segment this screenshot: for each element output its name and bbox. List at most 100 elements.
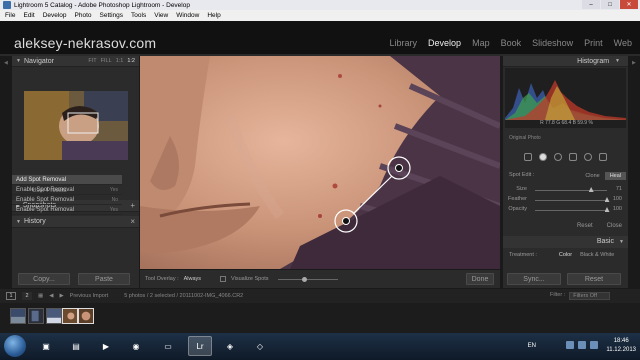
taskbar-lightroom-icon[interactable]: Lr	[188, 336, 212, 356]
taskbar-tool-icon[interactable]: ◈	[218, 336, 242, 356]
back-arrow-icon[interactable]: ◀	[49, 293, 53, 299]
module-print[interactable]: Print	[584, 38, 603, 48]
histogram-header[interactable]: Histogram ▼	[503, 56, 628, 67]
left-panel-collapse-icon[interactable]: ◀	[4, 60, 8, 66]
clear-history-button[interactable]: ×	[130, 217, 135, 226]
navigator-preview[interactable]	[24, 91, 128, 160]
forward-arrow-icon[interactable]: ▶	[59, 293, 63, 299]
module-book[interactable]: Book	[501, 38, 522, 48]
taskbar-folder-icon[interactable]: ▤	[64, 336, 88, 356]
slider-value[interactable]: 71	[616, 186, 622, 192]
crop-tool-icon[interactable]	[524, 153, 532, 161]
treatment-label: Treatment :	[509, 252, 537, 258]
menu-settings[interactable]: Settings	[100, 12, 124, 19]
feather-slider[interactable]: Feather 100	[508, 196, 622, 204]
slider-track[interactable]	[535, 200, 607, 201]
clock[interactable]: 18:46 11.12.2013	[606, 337, 636, 355]
taskbar-document-icon[interactable]: ▭	[156, 336, 180, 356]
menu-window[interactable]: Window	[176, 12, 199, 19]
taskbar-tool2-icon[interactable]: ◇	[248, 336, 272, 356]
filmstrip-thumbnail-selected[interactable]	[62, 308, 78, 324]
filmstrip-thumbnail[interactable]	[10, 308, 26, 324]
module-develop[interactable]: Develop	[428, 38, 461, 48]
slider-track[interactable]	[535, 190, 607, 191]
tray-network-icon[interactable]	[566, 341, 574, 349]
zoom-fit[interactable]: FIT	[88, 58, 96, 64]
paste-settings-button[interactable]: Paste	[78, 273, 130, 285]
maximize-button[interactable]: □	[601, 0, 619, 9]
done-button[interactable]: Done	[466, 273, 494, 285]
graduated-filter-icon[interactable]	[569, 153, 577, 161]
module-map[interactable]: Map	[472, 38, 490, 48]
menu-edit[interactable]: Edit	[23, 12, 34, 19]
copy-settings-button[interactable]: Copy...	[18, 273, 70, 285]
grid-view-icon[interactable]: ▦	[38, 293, 43, 299]
navigator-zoom-options: FIT FILL 1:1 1:2	[88, 58, 135, 64]
zoom-1-1[interactable]: 1:1	[116, 58, 124, 64]
taskbar-media-icon[interactable]: ▶	[94, 336, 118, 356]
adjustment-brush-icon[interactable]	[599, 153, 607, 161]
spot-close-button[interactable]: Close	[607, 223, 622, 229]
menu-photo[interactable]: Photo	[75, 12, 92, 19]
menu-file[interactable]: File	[5, 12, 15, 19]
history-item[interactable]: Enable Spot Removal Yes	[12, 185, 122, 195]
history-item[interactable]: Add Spot Removal	[12, 175, 122, 185]
basic-header[interactable]: Basic ▼	[503, 236, 628, 248]
filter-select[interactable]: Filters Off	[569, 292, 610, 300]
size-slider[interactable]: Size 71	[509, 186, 622, 194]
module-library[interactable]: Library	[390, 38, 418, 48]
clone-mode-button[interactable]: Clone	[580, 172, 604, 180]
zoom-1-2[interactable]: 1:2	[127, 58, 135, 64]
navigator-header[interactable]: ▼ Navigator FIT FILL 1:1 1:2	[12, 56, 139, 67]
heal-mode-button[interactable]: Heal	[604, 172, 626, 180]
red-eye-tool-icon[interactable]	[554, 153, 562, 161]
language-indicator[interactable]: EN	[528, 343, 536, 349]
menu-help[interactable]: Help	[207, 12, 220, 19]
visualize-spots-checkbox[interactable]	[220, 276, 227, 282]
minimize-button[interactable]: –	[582, 0, 600, 9]
tray-volume-icon[interactable]	[590, 341, 598, 349]
taskbar-explorer-icon[interactable]: ▣	[34, 336, 58, 356]
opacity-slider[interactable]: Opacity 100	[508, 206, 622, 214]
treatment-color[interactable]: Color	[559, 252, 572, 258]
reset-button[interactable]: Reset	[567, 273, 621, 285]
history-header[interactable]: ▼ History ×	[12, 216, 139, 228]
radial-filter-icon[interactable]	[584, 153, 592, 161]
secondary-screen-button[interactable]: 2	[22, 292, 32, 300]
filmstrip-thumbnail-selected[interactable]	[78, 308, 94, 324]
photo-canvas[interactable]	[140, 56, 500, 269]
menu-view[interactable]: View	[154, 12, 168, 19]
slider-value[interactable]: 100	[613, 206, 622, 212]
treatment-bw[interactable]: Black & White	[580, 252, 614, 258]
spot-reset-button[interactable]: Reset	[577, 223, 593, 229]
tray-flag-icon[interactable]	[578, 341, 586, 349]
slider-value[interactable]: 100	[613, 196, 622, 202]
spot-removal-tool-icon[interactable]	[539, 153, 547, 161]
slider-knob[interactable]	[301, 276, 307, 282]
histogram-graph[interactable]	[505, 68, 626, 128]
filmstrip-thumbnail[interactable]	[46, 308, 62, 324]
start-button[interactable]	[4, 335, 26, 357]
filmstrip-thumbnail[interactable]	[28, 308, 44, 324]
module-slideshow[interactable]: Slideshow	[532, 38, 573, 48]
histogram-title: Histogram	[577, 57, 610, 65]
filmstrip-count[interactable]: 5 photos / 2 selected / 20111002-IMG_406…	[124, 293, 243, 299]
menu-tools[interactable]: Tools	[131, 12, 146, 19]
visualize-spots-slider[interactable]	[277, 276, 338, 282]
right-panel-collapse-icon[interactable]: ▶	[632, 60, 636, 66]
module-web[interactable]: Web	[614, 38, 632, 48]
right-panel-footer: Sync... Reset	[503, 270, 628, 288]
tool-overlay-select[interactable]: Always	[184, 276, 201, 282]
sync-button[interactable]: Sync...	[507, 273, 561, 285]
close-window-button[interactable]: ✕	[620, 0, 638, 9]
primary-screen-button[interactable]: 1	[6, 292, 16, 300]
slider-track[interactable]	[535, 210, 607, 211]
filmstrip-source[interactable]: Previous Import	[70, 293, 109, 299]
menu-develop[interactable]: Develop	[43, 12, 67, 19]
history-item[interactable]: Enable Spot Removal No	[12, 195, 122, 205]
taskbar-chrome-icon[interactable]: ◉	[124, 336, 148, 356]
add-snapshot-button[interactable]: +	[130, 201, 135, 210]
history-item[interactable]: Enable Spot Removal Yes	[12, 205, 122, 215]
zoom-fill[interactable]: FILL	[101, 58, 112, 64]
spot-edit-label: Spot Edit :	[509, 172, 535, 178]
